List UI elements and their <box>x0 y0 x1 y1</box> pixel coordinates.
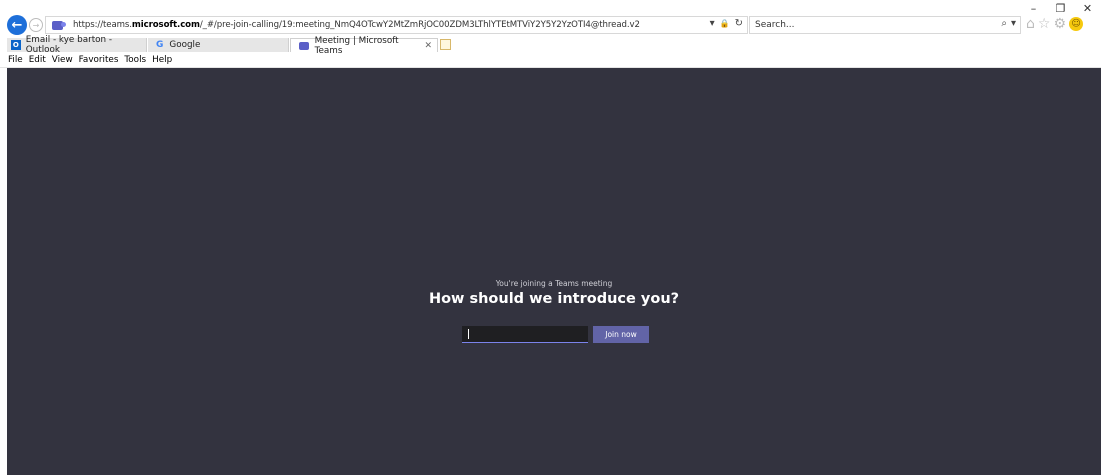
search-dropdown-icon[interactable]: ▾ <box>1011 18 1016 29</box>
forward-button[interactable]: → <box>29 18 43 32</box>
outlook-icon: O <box>11 40 21 50</box>
menu-file[interactable]: File <box>8 55 23 65</box>
tab-label: Google <box>169 40 201 50</box>
url-text[interactable]: https://teams.microsoft.com/_#/pre-join-… <box>73 20 640 30</box>
tab-strip: O Email - kye barton - Outlook G Google … <box>0 35 1101 56</box>
back-button[interactable]: ← <box>7 15 27 35</box>
home-icon[interactable]: ⌂ <box>1026 16 1035 32</box>
menu-bar: File Edit View Favorites Tools Help <box>0 53 1101 68</box>
new-tab-button[interactable] <box>440 39 451 50</box>
teams-icon <box>299 41 309 50</box>
search-box[interactable]: Search... ⌕ ▾ <box>749 16 1021 34</box>
tab-outlook[interactable]: O Email - kye barton - Outlook <box>7 35 147 55</box>
refresh-icon[interactable]: ↻ <box>735 18 743 29</box>
address-dropdown-icon[interactable]: ▾ <box>710 18 715 29</box>
name-input[interactable] <box>462 326 588 343</box>
menu-view[interactable]: View <box>52 55 73 65</box>
forward-arrow-icon: → <box>32 20 40 30</box>
address-bar[interactable]: https://teams.microsoft.com/_#/pre-join-… <box>45 16 748 34</box>
lock-icon[interactable]: 🔒 <box>720 19 730 28</box>
menu-favorites[interactable]: Favorites <box>79 55 119 65</box>
back-arrow-icon: ← <box>11 17 23 33</box>
menu-tools[interactable]: Tools <box>124 55 146 65</box>
menu-edit[interactable]: Edit <box>29 55 46 65</box>
joining-subtitle: You're joining a Teams meeting <box>495 279 613 288</box>
tab-teams-meeting[interactable]: Meeting | Microsoft Teams ✕ <box>290 36 438 56</box>
page-title: How should we introduce you? <box>428 291 680 307</box>
teams-favicon-icon <box>52 20 66 30</box>
join-now-button[interactable]: Join now <box>593 326 649 343</box>
browser-toolbar-icons: ⌂ ☆ ⚙ ☺ <box>1026 16 1084 32</box>
search-icon[interactable]: ⌕ <box>1001 18 1007 29</box>
feedback-smiley-icon[interactable]: ☺ <box>1069 17 1084 31</box>
tab-google[interactable]: G Google <box>148 38 289 52</box>
menu-help[interactable]: Help <box>152 55 172 65</box>
tab-label: Email - kye barton - Outlook <box>25 35 113 55</box>
search-input[interactable]: Search... <box>755 20 795 30</box>
search-tools: ⌕ ▾ <box>1001 18 1016 29</box>
teams-prejoin-page: You're joining a Teams meeting How shoul… <box>7 68 1101 475</box>
text-caret <box>468 329 469 339</box>
google-icon: G <box>156 40 164 50</box>
settings-gear-icon[interactable]: ⚙ <box>1053 16 1066 32</box>
favorites-star-icon[interactable]: ☆ <box>1038 16 1051 32</box>
close-tab-icon[interactable]: ✕ <box>424 41 432 51</box>
address-row: ← → https://teams.microsoft.com/_#/pre-j… <box>0 14 1101 36</box>
address-tools: ▾ 🔒 ↻ <box>710 18 743 29</box>
